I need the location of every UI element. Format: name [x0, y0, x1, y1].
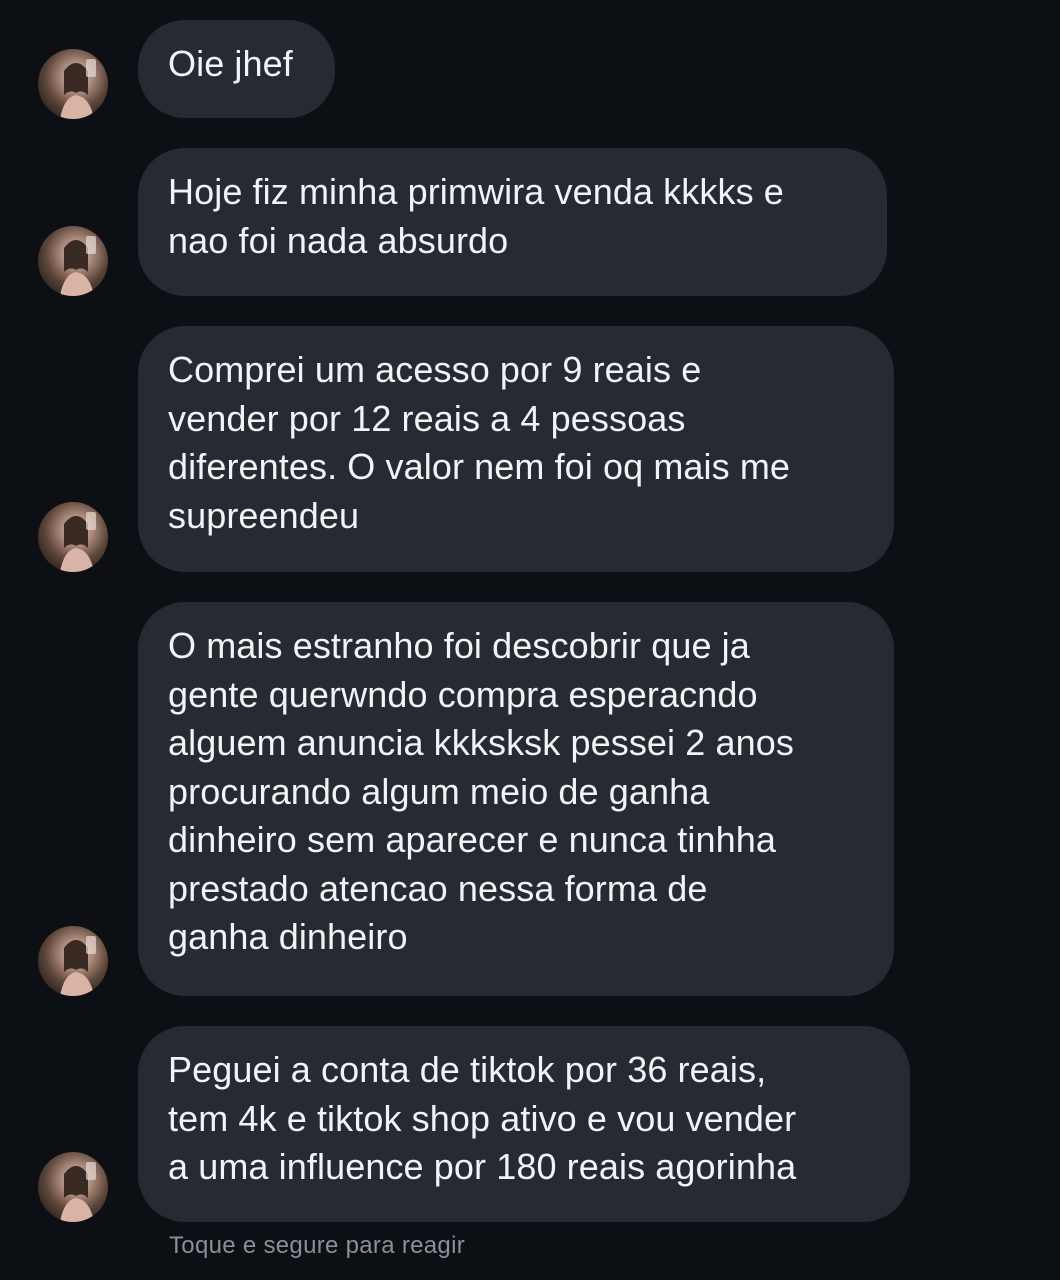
chat-thread[interactable]: Oie jhef Hoje fiz minha primwira venda k…: [0, 0, 1060, 1280]
sender-avatar[interactable]: [38, 1152, 108, 1222]
avatar-photo-icon: [60, 236, 96, 296]
message-bubble[interactable]: Hoje fiz minha primwira venda kkkks e na…: [138, 148, 887, 296]
sender-avatar[interactable]: [38, 502, 108, 572]
sender-avatar[interactable]: [38, 226, 108, 296]
avatar-photo-icon: [60, 512, 96, 572]
message-bubble[interactable]: O mais estranho foi descobrir que ja gen…: [138, 602, 894, 996]
avatar-photo-icon: [60, 936, 96, 996]
reaction-hint: Toque e segure para reagir: [169, 1232, 465, 1259]
message-bubble[interactable]: Comprei um acesso por 9 reais e vender p…: [138, 326, 894, 572]
sender-avatar[interactable]: [38, 49, 108, 119]
avatar-photo-icon: [60, 1162, 96, 1222]
message-bubble[interactable]: Peguei a conta de tiktok por 36 reais, t…: [138, 1026, 910, 1222]
message-bubble[interactable]: Oie jhef: [138, 20, 335, 118]
avatar-photo-icon: [60, 59, 96, 119]
sender-avatar[interactable]: [38, 926, 108, 996]
